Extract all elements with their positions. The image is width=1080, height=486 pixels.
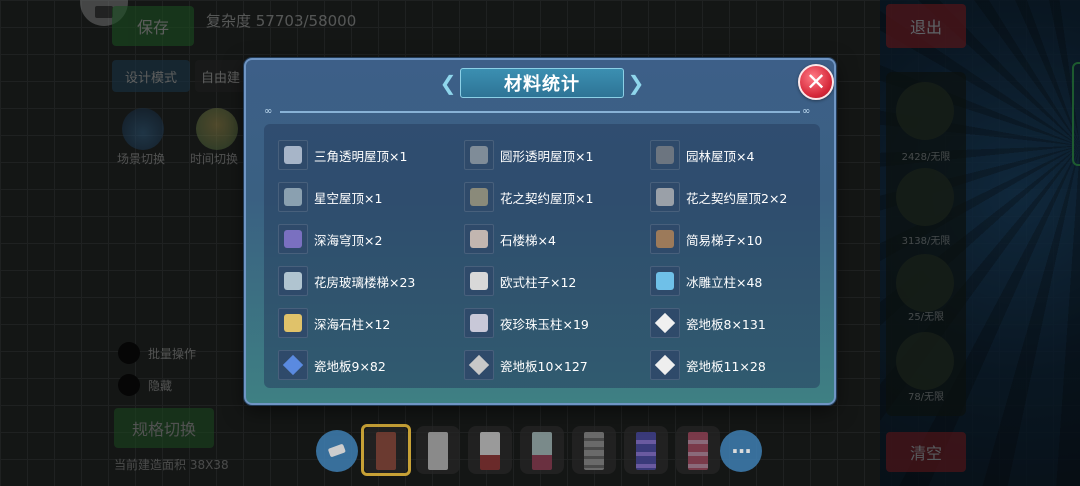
- triangle-glass-roof-icon: [278, 140, 308, 170]
- material-item-label: 深海石柱×12: [314, 316, 391, 332]
- material-item: 星空屋顶×1: [278, 182, 382, 212]
- material-item: 花房玻璃楼梯×23: [278, 266, 415, 296]
- material-item-label: 欧式柱子×12: [500, 274, 577, 290]
- toolbar-slot[interactable]: [676, 426, 720, 474]
- eraser-icon: [328, 444, 346, 457]
- close-button[interactable]: ✕: [798, 64, 834, 100]
- material-item: 园林屋顶×4: [650, 140, 754, 170]
- material-item: 三角透明屋顶×1: [278, 140, 407, 170]
- tile-floor-9-icon: [278, 350, 308, 380]
- more-button[interactable]: ···: [720, 430, 762, 472]
- toolbar-slot[interactable]: [520, 426, 564, 474]
- material-item: 深海石柱×12: [278, 308, 390, 338]
- european-pillar-icon: [464, 266, 494, 296]
- round-glass-roof-icon: [464, 140, 494, 170]
- material-item-label: 深海穹顶×2: [314, 232, 383, 248]
- material-item: 瓷地板11×28: [650, 350, 766, 380]
- material-item: 夜珍珠玉柱×19: [464, 308, 589, 338]
- selected-slot-frame: [361, 424, 411, 476]
- simple-ladder-icon: [650, 224, 680, 254]
- material-item: 石楼梯×4: [464, 224, 556, 254]
- left-ornament-icon: ❮: [439, 71, 457, 95]
- dialog-title-bar: ❮ ❯ 材料统计: [436, 68, 648, 98]
- deep-sea-dome-icon: [278, 224, 308, 254]
- material-item-label: 圆形透明屋顶×1: [500, 148, 594, 164]
- material-item-label: 瓷地板9×82: [314, 358, 386, 374]
- material-item-label: 瓷地板11×28: [686, 358, 766, 374]
- toolbar-slot[interactable]: [468, 426, 512, 474]
- starry-roof-icon: [278, 182, 308, 212]
- material-item: 瓷地板8×131: [650, 308, 766, 338]
- material-list: 三角透明屋顶×1 圆形透明屋顶×1 园林屋顶×4 星空屋顶×1 花之契约屋顶×1 花之契约…: [264, 124, 820, 388]
- eraser-button[interactable]: [316, 430, 358, 472]
- night-pearl-jade-pillar-icon: [464, 308, 494, 338]
- material-item-label: 冰雕立柱×48: [686, 274, 763, 290]
- material-item-label: 园林屋顶×4: [686, 148, 755, 164]
- garden-roof-icon: [650, 140, 680, 170]
- close-icon: ✕: [805, 68, 827, 96]
- more-icon: ···: [731, 439, 752, 463]
- material-item: 冰雕立柱×48: [650, 266, 762, 296]
- dialog-title: 材料统计: [504, 74, 580, 95]
- material-item: 瓷地板9×82: [278, 350, 386, 380]
- tile-floor-10-icon: [464, 350, 494, 380]
- material-item: 花之契约屋顶2×2: [650, 182, 787, 212]
- material-item: 花之契约屋顶×1: [464, 182, 593, 212]
- material-item-label: 简易梯子×10: [686, 232, 763, 248]
- material-item: 深海穹顶×2: [278, 224, 382, 254]
- material-item: 圆形透明屋顶×1: [464, 140, 593, 170]
- toolbar-slot[interactable]: [624, 426, 668, 474]
- title-divider: ∞ ∞: [264, 106, 811, 117]
- tile-floor-11-icon: [650, 350, 680, 380]
- material-item-label: 夜珍珠玉柱×19: [500, 316, 589, 332]
- tile-floor-8-icon: [650, 308, 680, 338]
- toolbar-slot[interactable]: [416, 426, 460, 474]
- material-item: 瓷地板10×127: [464, 350, 588, 380]
- flower-pact-roof-icon: [464, 182, 494, 212]
- right-ornament-icon: ❯: [627, 71, 645, 95]
- flower-pact-roof-2-icon: [650, 182, 680, 212]
- material-item-label: 瓷地板8×131: [686, 316, 766, 332]
- material-item-label: 花房玻璃楼梯×23: [314, 274, 416, 290]
- material-item-label: 花之契约屋顶2×2: [686, 190, 788, 206]
- toolbar-slot[interactable]: [572, 426, 616, 474]
- material-item: 欧式柱子×12: [464, 266, 576, 296]
- greenhouse-glass-stairs-icon: [278, 266, 308, 296]
- material-item-label: 石楼梯×4: [500, 232, 556, 248]
- material-item-label: 三角透明屋顶×1: [314, 148, 408, 164]
- deep-sea-stone-pillar-icon: [278, 308, 308, 338]
- material-stats-dialog: ❮ ❯ 材料统计 ∞ ∞ ✕ 三角透明屋顶×1 圆形透明屋顶×1 园林屋顶×4 星空屋…: [244, 58, 836, 405]
- stone-stairs-icon: [464, 224, 494, 254]
- material-item-label: 花之契约屋顶×1: [500, 190, 594, 206]
- material-item-label: 瓷地板10×127: [500, 358, 588, 374]
- ice-pillar-icon: [650, 266, 680, 296]
- material-item: 简易梯子×10: [650, 224, 762, 254]
- material-item-label: 星空屋顶×1: [314, 190, 383, 206]
